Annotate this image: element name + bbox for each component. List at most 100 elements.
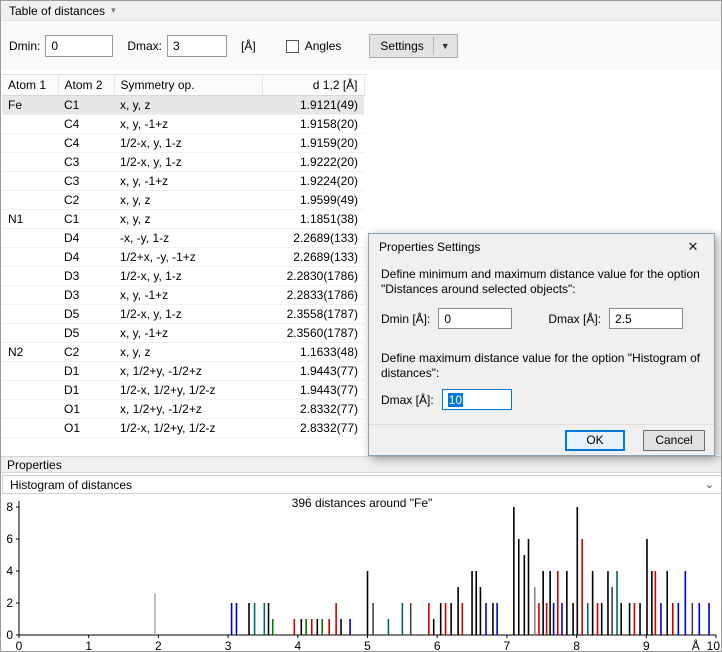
table-cell: x, y, z [114,343,262,362]
table-cell [2,362,58,381]
header-atom2[interactable]: Atom 2 [58,75,114,96]
table-row[interactable]: D4-x, -y, 1-z2.2689(133) [2,229,364,248]
table-cell: O1 [58,419,114,438]
table-row[interactable]: C2x, y, z1.9599(49) [2,191,364,210]
table-cell: O1 [58,400,114,419]
chevron-down-icon: ⌄ [705,478,714,491]
table-cell: 1.9121(49) [262,96,364,115]
table-cell: C1 [58,210,114,229]
table-row[interactable]: D51/2-x, y, 1-z2.3558(1787) [2,305,364,324]
cancel-button[interactable]: Cancel [643,430,705,451]
table-cell [2,419,58,438]
table-cell: 1.9158(20) [262,115,364,134]
table-row[interactable]: C31/2-x, y, 1-z1.9222(20) [2,153,364,172]
dialog-titlebar[interactable]: Properties Settings [369,234,714,260]
close-icon[interactable]: ✕ [676,236,710,258]
table-row[interactable]: D1x, 1/2+y, -1/2+z1.9443(77) [2,362,364,381]
table-cell: x, y, -1+z [114,172,262,191]
svg-text:4: 4 [6,564,13,578]
table-cell: x, 1/2+y, -1/2+z [114,362,262,381]
angles-label: Angles [305,39,342,53]
dialog-dmax-input[interactable] [609,308,683,329]
svg-text:6: 6 [6,532,13,546]
table-cell: N1 [2,210,58,229]
table-cell [2,134,58,153]
table-cell [2,172,58,191]
dialog-footer: OK Cancel [369,424,714,455]
table-row[interactable]: C4x, y, -1+z1.9158(20) [2,115,364,134]
svg-text:7: 7 [504,639,511,652]
table-row[interactable]: D41/2+x, -y, -1+z2.2689(133) [2,248,364,267]
dmax-input[interactable] [167,35,227,57]
properties-selector[interactable]: Histogram of distances ⌄ [2,475,722,494]
table-cell: 1/2+x, -y, -1+z [114,248,262,267]
header-atom1[interactable]: Atom 1 [2,75,58,96]
table-row[interactable]: C41/2-x, y, 1-z1.9159(20) [2,134,364,153]
histogram-dmax-row: Dmax [Å]: 10 [381,389,512,410]
table-cell: 1/2-x, y, 1-z [114,153,262,172]
table-cell: C2 [58,191,114,210]
dialog-dmin-label: Dmin [Å]: [381,312,430,326]
svg-text:8: 8 [6,500,13,514]
dialog-dmin-input[interactable] [438,308,512,329]
settings-button[interactable]: Settings ▼ [369,34,457,58]
header-distance[interactable]: d 1,2 [Å] [262,75,364,96]
settings-dropdown-icon[interactable]: ▼ [433,37,457,55]
table-cell: D3 [58,286,114,305]
table-cell: x, y, z [114,96,262,115]
distance-table: Atom 1 Atom 2 Symmetry op. d 1,2 [Å] FeC… [2,74,367,438]
table-cell: 1/2-x, y, 1-z [114,134,262,153]
table-cell: D1 [58,381,114,400]
svg-text:6: 6 [434,639,441,652]
table-cell: 1.1851(38) [262,210,364,229]
table-cell: D4 [58,248,114,267]
angstrom-unit-label: [Å] [241,39,256,53]
dialog-dmax2-input[interactable]: 10 [442,389,512,410]
table-cell: 1/2-x, 1/2+y, 1/2-z [114,419,262,438]
panel-menu-icon[interactable]: ▾ [111,5,116,16]
angles-checkbox[interactable] [286,40,299,53]
header-symmetry-op[interactable]: Symmetry op. [114,75,262,96]
table-cell: 2.8332(77) [262,400,364,419]
table-row[interactable]: FeC1x, y, z1.9121(49) [2,96,364,115]
svg-text:Å: Å [692,638,700,652]
svg-text:4: 4 [294,639,301,652]
table-cell [2,191,58,210]
table-row[interactable]: D11/2-x, 1/2+y, 1/2-z1.9443(77) [2,381,364,400]
table-cell: 2.3558(1787) [262,305,364,324]
table-row[interactable]: C3x, y, -1+z1.9224(20) [2,172,364,191]
svg-text:5: 5 [364,639,371,652]
table-cell: D5 [58,305,114,324]
dmin-input[interactable] [45,35,113,57]
table-cell: -x, -y, 1-z [114,229,262,248]
table-row[interactable]: D3x, y, -1+z2.2833(1786) [2,286,364,305]
svg-text:0: 0 [16,639,23,652]
min-max-row: Dmin [Å]: Dmax [Å]: [381,308,683,329]
table-row[interactable]: D5x, y, -1+z2.3560(1787) [2,324,364,343]
table-cell: x, y, -1+z [114,115,262,134]
table-row[interactable]: D31/2-x, y, 1-z2.2830(1786) [2,267,364,286]
properties-title: Properties [7,458,62,472]
dialog-description-2: Define maximum distance value for the op… [381,351,703,381]
table-cell: C2 [58,343,114,362]
panel-titlebar: Table of distances ▾ [1,1,721,21]
dialog-dmax-label: Dmax [Å]: [548,312,601,326]
table-row[interactable]: O11/2-x, 1/2+y, 1/2-z2.8332(77) [2,419,364,438]
table-cell: 1/2-x, y, 1-z [114,305,262,324]
table-row[interactable]: O1x, 1/2+y, -1/2+z2.8332(77) [2,400,364,419]
table-cell: 2.8332(77) [262,419,364,438]
table-cell [2,324,58,343]
table-header-row: Atom 1 Atom 2 Symmetry op. d 1,2 [Å] [2,75,364,96]
table-cell [2,229,58,248]
table-cell: 2.2830(1786) [262,267,364,286]
ok-button[interactable]: OK [565,430,625,451]
table-row[interactable]: N2C2x, y, z1.1633(48) [2,343,364,362]
table-cell: 2.2689(133) [262,229,364,248]
svg-text:2: 2 [6,596,13,610]
table-cell [2,248,58,267]
table-cell [2,400,58,419]
distance-toolbar: Dmin: Dmax: [Å] Angles Settings ▼ [1,22,721,70]
table-row[interactable]: N1C1x, y, z1.1851(38) [2,210,364,229]
histogram-svg: 02468012345678910Å [1,495,722,652]
properties-selector-value: Histogram of distances [10,478,132,492]
